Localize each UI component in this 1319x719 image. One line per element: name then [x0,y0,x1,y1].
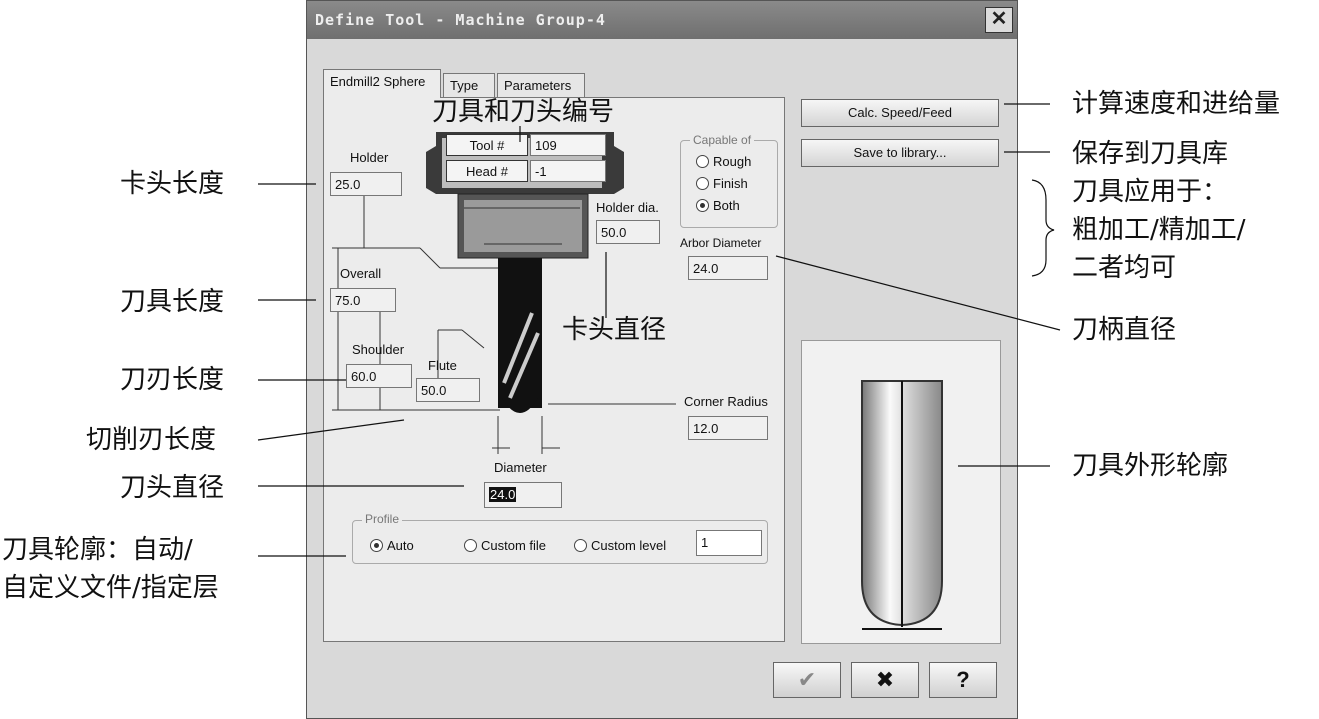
annotation-calc-speed: 计算速度和进给量 [1072,89,1281,119]
annotation-applies-line3: 二者均可 [1072,253,1177,283]
annotation-flute-length: 刀刃长度 [120,365,225,395]
annotation-holder-diameter: 卡头直径 [562,315,667,345]
annotation-tool-profile-line2: 自定义文件/指定层 [2,573,219,603]
annotation-tool-head-number: 刀具和刀头编号 [432,97,615,127]
annotation-save-library: 保存到刀具库 [1072,139,1229,169]
annotation-applies-line2: 粗加工/精加工/ [1072,215,1246,245]
annotation-head-diameter: 刀头直径 [120,473,225,503]
annotation-tool-outline: 刀具外形轮廓 [1072,451,1229,481]
tab-endmill2-sphere[interactable]: Endmill2 Sphere [323,69,441,98]
annotation-tool-length: 刀具长度 [120,287,225,317]
annotation-holder-length: 卡头长度 [120,169,225,199]
annotation-applies-line1: 刀具应用于： [1072,177,1229,207]
annotation-cutting-length: 切削刃长度 [86,425,217,455]
annotation-arbor-diameter: 刀柄直径 [1072,315,1177,345]
annotation-tool-profile-line1: 刀具轮廓：自动/ [2,535,193,565]
